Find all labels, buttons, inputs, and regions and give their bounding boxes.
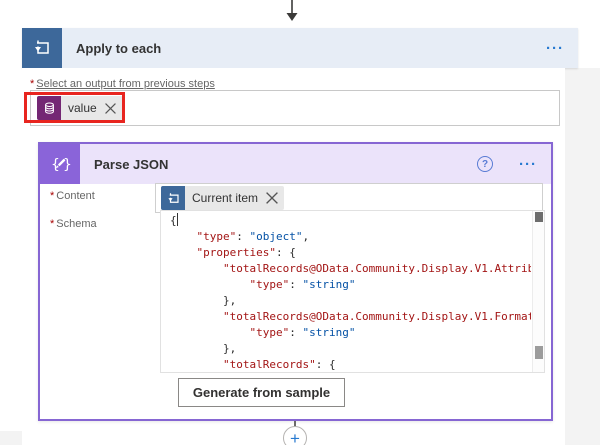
current-item-token[interactable]: Current item	[161, 186, 285, 210]
apply-to-each-title: Apply to each	[76, 40, 162, 56]
required-marker: *	[50, 218, 55, 230]
required-marker: *	[30, 78, 35, 90]
required-marker: *	[50, 190, 55, 202]
value-token-label: value	[68, 101, 97, 115]
flow-designer-canvas: Apply to each ··· * Select an output from…	[0, 0, 600, 445]
schema-code-editor[interactable]: { "type": "object", "properties": { "tot…	[160, 210, 545, 373]
current-item-token-label: Current item	[192, 191, 259, 205]
value-token-close-icon[interactable]	[103, 100, 119, 116]
parse-json-menu-button[interactable]: ···	[519, 157, 537, 172]
scrollbar-cursor-decoration	[535, 212, 543, 222]
apply-to-each-item-icon	[161, 186, 185, 210]
canvas-bottom-strip	[0, 431, 22, 445]
parse-json-card-header[interactable]: { } Parse JSON ? ···	[40, 144, 551, 184]
flow-connector-arrow-icon	[286, 0, 298, 21]
select-output-label: * Select an output from previous steps	[30, 78, 215, 90]
apply-to-each-menu-button[interactable]: ···	[546, 41, 564, 56]
add-action-button[interactable]: +	[283, 426, 307, 445]
help-icon[interactable]: ?	[477, 156, 493, 172]
canvas-right-strip	[565, 68, 600, 445]
apply-to-each-icon	[22, 28, 62, 68]
schema-label: * Schema	[50, 218, 97, 230]
content-input[interactable]: Current item	[155, 183, 543, 213]
editor-scrollbar[interactable]	[532, 211, 544, 372]
select-output-input[interactable]: value	[30, 90, 560, 126]
apply-to-each-card-header[interactable]: Apply to each ···	[22, 28, 578, 68]
value-token[interactable]: value	[37, 96, 123, 120]
scrollbar-thumb[interactable]	[535, 346, 543, 359]
parse-json-title: Parse JSON	[94, 156, 169, 172]
content-label: * Content	[50, 190, 95, 202]
parse-json-icon: { }	[40, 144, 80, 184]
schema-json-code: { "type": "object", "properties": { "tot…	[170, 213, 531, 371]
dataverse-table-icon	[37, 96, 61, 120]
current-item-token-close-icon[interactable]	[264, 190, 280, 206]
generate-from-sample-button[interactable]: Generate from sample	[178, 378, 345, 407]
